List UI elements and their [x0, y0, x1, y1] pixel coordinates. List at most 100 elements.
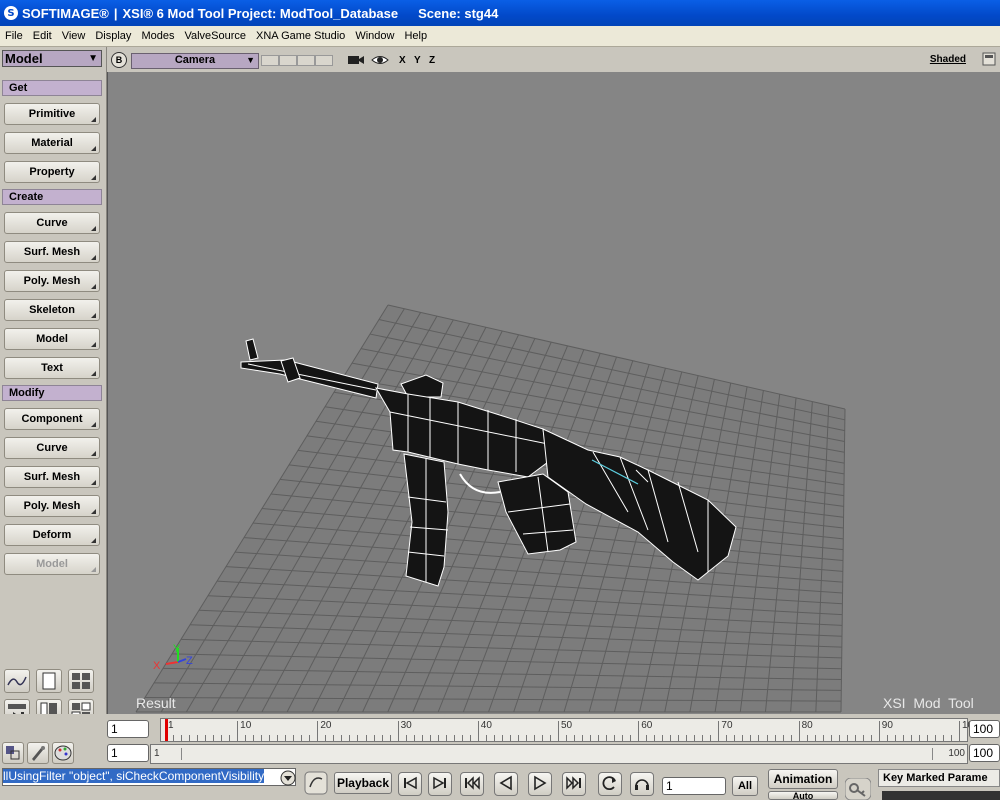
- go-to-start-button[interactable]: [398, 772, 422, 796]
- previous-key-button[interactable]: [460, 772, 484, 796]
- button-label: Curve: [36, 217, 68, 229]
- current-frame-input[interactable]: 1: [662, 777, 726, 795]
- property-button[interactable]: Property: [4, 161, 100, 183]
- 3d-viewport[interactable]: X Y Z Result XSI Mod Tool: [107, 72, 1000, 714]
- timeline-tick: [525, 735, 527, 741]
- timeline-tick: [766, 735, 768, 741]
- primitive-button[interactable]: Primitive: [4, 103, 100, 125]
- all-button[interactable]: All: [732, 776, 758, 796]
- timeline-tick: [574, 735, 576, 741]
- section-create[interactable]: Create: [2, 189, 102, 205]
- create-poly-mesh-button[interactable]: Poly. Mesh: [4, 270, 100, 292]
- animation-menu-button[interactable]: Animation: [768, 769, 838, 789]
- range-end-input[interactable]: 100: [969, 744, 1000, 762]
- range-slider-track[interactable]: [181, 748, 933, 760]
- eye-icon[interactable]: [371, 53, 389, 67]
- timeline-tick: [702, 735, 704, 741]
- command-line-input[interactable]: llUsingFilter "object", siCheckComponent…: [2, 768, 296, 786]
- modify-poly-mesh-button[interactable]: Poly. Mesh: [4, 495, 100, 517]
- timeline-tick-label: 10: [240, 720, 252, 731]
- command-history-dropdown-icon[interactable]: [280, 770, 296, 786]
- menu-display[interactable]: Display: [90, 30, 136, 42]
- timeline-tick: [686, 735, 688, 741]
- menu-modes[interactable]: Modes: [136, 30, 179, 42]
- mode-select[interactable]: Model ▼: [2, 50, 102, 67]
- loop-button[interactable]: [598, 772, 622, 796]
- create-skeleton-button[interactable]: Skeleton: [4, 299, 100, 321]
- timeline-tick: [389, 735, 391, 741]
- timeline-tick: [862, 735, 864, 741]
- shading-mode-menu[interactable]: Shaded: [930, 54, 966, 65]
- viewport-scene[interactable]: X Y Z: [108, 72, 1000, 714]
- material-button[interactable]: Material: [4, 132, 100, 154]
- go-to-end-button[interactable]: [428, 772, 452, 796]
- viewport-memo-slot[interactable]: [261, 55, 279, 66]
- button-label: Curve: [36, 442, 68, 454]
- menu-file[interactable]: File: [0, 30, 28, 42]
- timeline-tick: [750, 735, 752, 741]
- menu-valvesource[interactable]: ValveSource: [179, 30, 251, 42]
- create-model-button[interactable]: Model: [4, 328, 100, 350]
- play-forward-button[interactable]: [528, 772, 552, 796]
- chevron-down-icon: ▼: [246, 55, 255, 65]
- create-curve-button[interactable]: Curve: [4, 212, 100, 234]
- timeline-tick: [317, 721, 319, 741]
- key-marked-parameters-button[interactable]: Key Marked Parame: [878, 769, 1000, 787]
- section-modify[interactable]: Modify: [2, 385, 102, 401]
- viewport-memo-slot[interactable]: [315, 55, 333, 66]
- viewport-memo-slot[interactable]: [297, 55, 315, 66]
- range-slider[interactable]: 1 100: [150, 744, 968, 764]
- timeline-tick: [774, 735, 776, 741]
- softimage-logo-icon: S: [4, 6, 18, 20]
- timeline-ruler[interactable]: 1102030405060708090100: [160, 718, 979, 742]
- button-label: Skeleton: [29, 304, 75, 316]
- timeline-tick: [197, 735, 199, 741]
- menu-xna-game-studio[interactable]: XNA Game Studio: [251, 30, 350, 42]
- auto-key-button[interactable]: Auto: [768, 791, 838, 800]
- end-frame-input[interactable]: 100: [969, 720, 1000, 738]
- menu-edit[interactable]: Edit: [28, 30, 57, 42]
- create-text-button[interactable]: Text: [4, 357, 100, 379]
- single-pane-icon: [42, 672, 56, 690]
- playback-menu-button[interactable]: Playback: [334, 772, 392, 794]
- play-icon: [534, 775, 547, 791]
- create-surf-mesh-button[interactable]: Surf. Mesh: [4, 241, 100, 263]
- script-editor-icon[interactable]: [304, 771, 328, 795]
- timeline-tick: [293, 735, 295, 741]
- menu-help[interactable]: Help: [399, 30, 432, 42]
- timeline-tick: [662, 735, 664, 741]
- modify-model-button[interactable]: Model: [4, 553, 100, 575]
- current-frame-marker[interactable]: [165, 719, 168, 741]
- axis-x-label[interactable]: X: [399, 55, 406, 66]
- audio-button[interactable]: [630, 772, 654, 796]
- timeline-tick: [902, 735, 904, 741]
- modify-deform-button[interactable]: Deform: [4, 524, 100, 546]
- axis-z-label[interactable]: Z: [429, 55, 435, 66]
- palette-tool-icon[interactable]: [52, 742, 74, 764]
- timeline-tick: [173, 735, 175, 741]
- modify-curve-button[interactable]: Curve: [4, 437, 100, 459]
- play-backward-button[interactable]: [494, 772, 518, 796]
- viewport-letter-badge[interactable]: B: [111, 52, 127, 68]
- camera-icon[interactable]: [347, 53, 365, 67]
- modify-surf-mesh-button[interactable]: Surf. Mesh: [4, 466, 100, 488]
- single-view-layout-icon[interactable]: [36, 669, 62, 693]
- section-get[interactable]: Get: [2, 80, 102, 96]
- start-frame-input[interactable]: 1: [107, 720, 149, 738]
- timeline-tick-label: 90: [881, 720, 893, 731]
- modify-component-button[interactable]: Component: [4, 408, 100, 430]
- next-key-button[interactable]: [562, 772, 586, 796]
- paint-tool-icon[interactable]: [27, 742, 49, 764]
- fcurve-layout-icon[interactable]: [4, 669, 30, 693]
- key-icon[interactable]: [845, 778, 871, 800]
- timeline-tick: [461, 735, 463, 741]
- maximize-viewport-icon[interactable]: [982, 52, 996, 66]
- viewport-memo-slot[interactable]: [279, 55, 297, 66]
- range-start-input[interactable]: 1: [107, 744, 149, 762]
- four-view-layout-icon[interactable]: [68, 669, 94, 693]
- select-tool-icon[interactable]: [2, 742, 24, 764]
- menu-view[interactable]: View: [57, 30, 91, 42]
- camera-select[interactable]: Camera ▼: [131, 53, 259, 69]
- axis-y-label[interactable]: Y: [414, 55, 421, 66]
- menu-window[interactable]: Window: [350, 30, 399, 42]
